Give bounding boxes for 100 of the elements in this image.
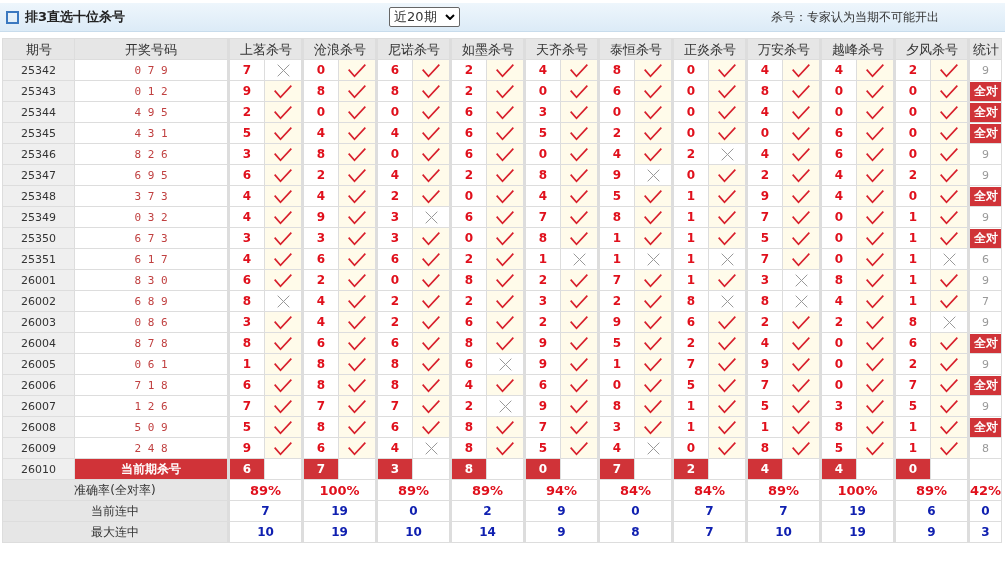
- period-cell: 25347: [2, 164, 75, 186]
- accuracy-value: 100%: [820, 479, 895, 501]
- all-correct-badge: 全对: [970, 186, 1001, 206]
- current-kill-number: 4: [820, 458, 857, 480]
- period-cell: 26009: [2, 437, 75, 459]
- streak-value: 7: [228, 500, 303, 522]
- all-correct-badge: 全对: [970, 333, 1001, 353]
- current-kill-number: 3: [376, 458, 413, 480]
- streak-value: 0: [376, 500, 451, 522]
- page-title: 排3直选十位杀号: [25, 8, 126, 26]
- streak-value: 19: [820, 521, 895, 543]
- column-header: 统计: [968, 38, 1002, 60]
- accuracy-value: 84%: [598, 479, 673, 501]
- period-cell: 25350: [2, 227, 75, 249]
- hit-count: 9: [982, 63, 989, 77]
- period-cell: 25351: [2, 248, 75, 270]
- column-header: 尼诺杀号: [376, 38, 451, 60]
- current-kill-number: 0: [524, 458, 561, 480]
- streak-value: 6: [894, 500, 969, 522]
- period-cell: 26001: [2, 269, 75, 291]
- summary-label: 最大连中: [2, 521, 229, 543]
- column-header: 泰恒杀号: [598, 38, 673, 60]
- hit-count: 9: [982, 210, 989, 224]
- accuracy-value: 94%: [524, 479, 599, 501]
- chevron-down-icon: [444, 14, 455, 20]
- accuracy-value: 84%: [672, 479, 747, 501]
- streak-value: 10: [376, 521, 451, 543]
- column-header: 沧浪杀号: [302, 38, 377, 60]
- column-header: 如墨杀号: [450, 38, 525, 60]
- all-correct-badge: 全对: [970, 123, 1001, 143]
- current-kill-number: 0: [894, 458, 931, 480]
- streak-value: 7: [672, 500, 747, 522]
- column-header: 上茗杀号: [228, 38, 303, 60]
- all-correct-badge: 全对: [970, 417, 1001, 437]
- accuracy-value: 89%: [376, 479, 451, 501]
- streak-value: 19: [302, 521, 377, 543]
- streak-value: 10: [746, 521, 821, 543]
- column-header: 万安杀号: [746, 38, 821, 60]
- streak-value: 8: [598, 521, 673, 543]
- period-cell: 26006: [2, 374, 75, 396]
- column-header: 正炎杀号: [672, 38, 747, 60]
- hit-count: 6: [982, 252, 989, 266]
- period-cell: 25344: [2, 101, 75, 123]
- all-correct-badge: 全对: [970, 102, 1001, 122]
- streak-value: 2: [450, 500, 525, 522]
- period-cell: 25346: [2, 143, 75, 165]
- all-correct-badge: 全对: [970, 375, 1001, 395]
- hit-count: 9: [982, 315, 989, 329]
- period-cell: 26005: [2, 353, 75, 375]
- streak-value: 0: [968, 500, 1002, 522]
- period-select[interactable]: 近20期: [389, 7, 460, 27]
- hit-count: 9: [982, 399, 989, 413]
- hit-count: 9: [982, 147, 989, 161]
- period-cell: 26002: [2, 290, 75, 312]
- accuracy-value: 89%: [894, 479, 969, 501]
- streak-value: 9: [894, 521, 969, 543]
- hit-count: 9: [982, 357, 989, 371]
- hit-count: 9: [982, 273, 989, 287]
- accuracy-value: 89%: [228, 479, 303, 501]
- hit-count: 7: [982, 294, 989, 308]
- accuracy-value: 100%: [302, 479, 377, 501]
- current-kill-number: 7: [302, 458, 339, 480]
- current-kill-number: 7: [598, 458, 635, 480]
- current-kill-number: 2: [672, 458, 709, 480]
- column-header: 越峰杀号: [820, 38, 895, 60]
- all-correct-badge: 全对: [970, 81, 1001, 101]
- column-header: 开奖号码: [74, 38, 229, 60]
- streak-value: 19: [820, 500, 895, 522]
- summary-label: 准确率(全对率): [2, 479, 229, 501]
- current-kill-number: 8: [450, 458, 487, 480]
- period-cell: 25348: [2, 185, 75, 207]
- column-header: 期号: [2, 38, 75, 60]
- streak-value: 7: [746, 500, 821, 522]
- current-kill-number: 4: [746, 458, 783, 480]
- hit-count: 8: [982, 441, 989, 455]
- streak-value: 9: [524, 521, 599, 543]
- square-icon: [6, 10, 19, 24]
- streak-value: 10: [228, 521, 303, 543]
- period-cell: 25345: [2, 122, 75, 144]
- period-cell: 26010: [2, 458, 75, 480]
- streak-value: 7: [672, 521, 747, 543]
- column-header: 夕风杀号: [894, 38, 969, 60]
- period-cell: 25342: [2, 59, 75, 81]
- summary-label: 当前连中: [2, 500, 229, 522]
- hit-count: 9: [982, 168, 989, 182]
- period-cell: 26003: [2, 311, 75, 333]
- current-kill-number: 6: [228, 458, 265, 480]
- note-text: 杀号：专家认为当期不可能开出: [771, 8, 939, 26]
- column-header: 天齐杀号: [524, 38, 599, 60]
- all-correct-badge: 全对: [970, 228, 1001, 248]
- streak-value: 3: [968, 521, 1002, 543]
- period-cell: 25349: [2, 206, 75, 228]
- accuracy-value: 42%: [968, 479, 1002, 501]
- streak-value: 19: [302, 500, 377, 522]
- period-cell: 26004: [2, 332, 75, 354]
- streak-value: 14: [450, 521, 525, 543]
- period-cell: 26008: [2, 416, 75, 438]
- period-cell: 26007: [2, 395, 75, 417]
- streak-value: 0: [598, 500, 673, 522]
- streak-value: 9: [524, 500, 599, 522]
